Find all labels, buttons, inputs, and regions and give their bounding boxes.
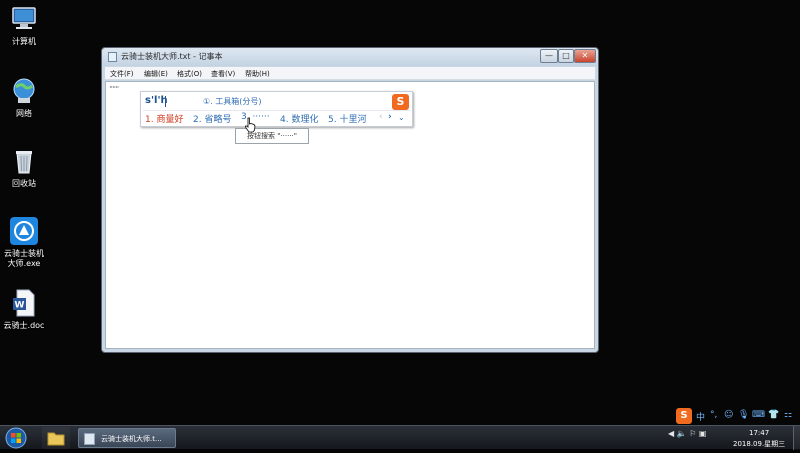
sogou-logo-icon[interactable]: S <box>392 94 409 110</box>
desktop-icon-word-document[interactable]: W 云骑士.doc <box>0 288 48 331</box>
desktop-icon-label-line1: 云骑士装机 <box>4 249 44 258</box>
ime-emoji-icon[interactable]: ☺ <box>724 410 733 420</box>
ime-candidate-5[interactable]: 5. 十里河 <box>328 112 366 125</box>
menu-edit[interactable]: 编辑(E) <box>144 69 168 79</box>
folder-icon <box>47 432 65 446</box>
ime-prev-page-icon[interactable]: ‹ <box>379 112 383 122</box>
svg-text:W: W <box>15 301 25 311</box>
sogou-status-logo-icon[interactable]: S <box>676 408 692 424</box>
show-desktop-button[interactable] <box>793 426 800 450</box>
desktop: 计算机 网络 回收站 云骑士装机 大师.exe W 云骑士.doc 云骑士装机大… <box>0 0 800 450</box>
taskbar-task-label: 云骑士装机大师.t... <box>101 435 162 443</box>
ime-candidate-1[interactable]: 1. 商量好 <box>145 112 183 125</box>
ime-divider <box>143 110 410 111</box>
ime-candidate-4[interactable]: 4. 数理化 <box>280 112 318 125</box>
ime-punctuation-icon[interactable]: °, <box>710 410 717 420</box>
recycle-bin-icon <box>9 146 39 176</box>
desktop-icon-recycle-bin[interactable]: 回收站 <box>0 146 48 189</box>
ime-hint[interactable]: ①. 工具箱(分号) <box>203 96 262 107</box>
ime-candidate-2[interactable]: 2. 省略号 <box>193 112 231 125</box>
desktop-icon-label: 计算机 <box>12 37 36 46</box>
menu-bar: 文件(F) 编辑(E) 格式(O) 查看(V) 帮助(H) <box>105 67 595 80</box>
yunqishi-installer-icon <box>9 216 39 246</box>
ime-candidate-window: s'l'h ①. 工具箱(分号) S 1. 商量好 2. 省略号 3. ····… <box>140 91 413 127</box>
ime-toolbox-icon[interactable]: ⚏ <box>784 410 792 420</box>
ime-status-bar: S 中 °, ☺ 🎙 ⌨ 👕 ⚏ <box>676 408 800 424</box>
computer-icon <box>9 4 39 34</box>
menu-file[interactable]: 文件(F) <box>110 69 134 79</box>
close-button[interactable]: ✕ <box>574 49 596 63</box>
desktop-icon-label: 回收站 <box>12 179 36 188</box>
ime-keyboard-icon[interactable]: ⌨ <box>752 410 765 420</box>
desktop-icon-computer[interactable]: 计算机 <box>0 4 48 47</box>
system-tray-icons[interactable]: ◀ 🔈 ⚐ ▣ <box>668 429 706 438</box>
ime-expand-icon[interactable]: ⌄ <box>398 113 405 122</box>
notepad-app-icon <box>108 52 117 62</box>
clock-date[interactable]: 2018.09.星期三 <box>733 439 785 449</box>
ime-caret <box>165 96 166 107</box>
start-button-icon[interactable] <box>4 427 28 449</box>
menu-format[interactable]: 格式(O) <box>177 69 202 79</box>
window-title: 云骑士装机大师.txt - 记事本 <box>121 52 223 61</box>
ime-voice-icon[interactable]: 🎙 <box>738 410 749 420</box>
menu-help[interactable]: 帮助(H) <box>245 69 270 79</box>
maximize-button[interactable]: □ <box>558 49 574 63</box>
minimize-button[interactable]: — <box>540 49 558 63</box>
desktop-icon-label: 云骑士.doc <box>3 321 45 330</box>
taskbar: 云骑士装机大师.t... ◀ 🔈 ⚐ ▣ 17:47 2018.09.星期三 <box>0 425 800 450</box>
desktop-icon-yunqishi-installer[interactable]: 云骑士装机 大师.exe <box>0 216 48 269</box>
ime-skin-icon[interactable]: 👕 <box>768 410 779 420</box>
hand-cursor-icon <box>244 117 256 133</box>
word-document-icon: W <box>9 288 39 318</box>
notepad-task-icon <box>84 433 95 445</box>
desktop-icon-label: 网络 <box>16 109 32 118</box>
menu-view[interactable]: 查看(V) <box>211 69 235 79</box>
window-titlebar[interactable]: 云骑士装机大师.txt - 记事本 — □ ✕ <box>102 48 598 66</box>
network-icon <box>9 76 39 106</box>
taskbar-notepad-task[interactable]: 云骑士装机大师.t... <box>78 428 176 448</box>
taskbar-explorer-button[interactable] <box>42 427 70 449</box>
ime-chinese-mode-icon[interactable]: 中 <box>696 410 705 423</box>
clock-time[interactable]: 17:47 <box>749 429 769 437</box>
desktop-icon-label-line2: 大师.exe <box>7 259 41 268</box>
editor-content: ······ <box>109 83 119 92</box>
ime-next-page-icon[interactable]: › <box>388 112 392 122</box>
desktop-icon-network[interactable]: 网络 <box>0 76 48 119</box>
